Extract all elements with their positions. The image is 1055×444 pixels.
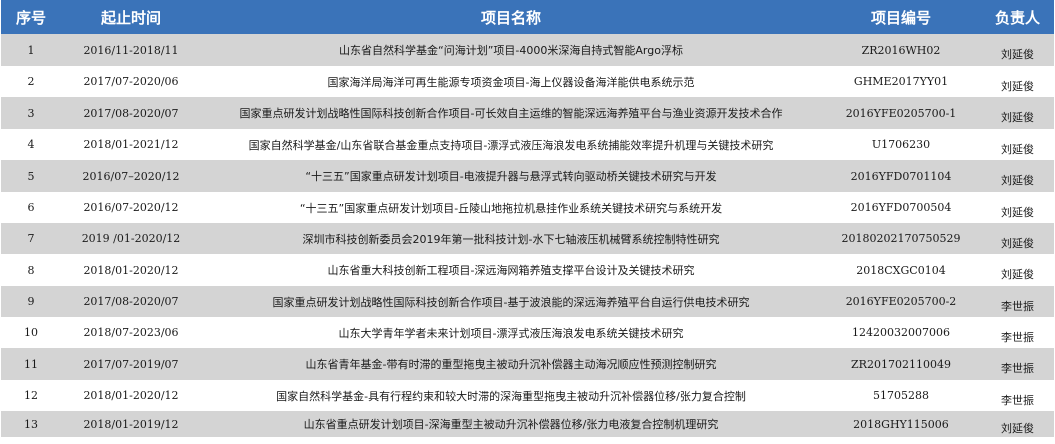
row-code: ZR201702110049 — [851, 357, 951, 371]
row-owner: 李世振 — [1001, 330, 1034, 344]
row-owner: 刘延俊 — [1001, 111, 1034, 124]
row-code: U1706230 — [871, 138, 931, 151]
header-index: 序号 — [15, 8, 46, 27]
row-code: 2016YFE0205700-2 — [845, 295, 957, 308]
row-name: 国家重点研发计划战略性国际科技创新合作项目-可长效自主运维的智能深远海养殖平台与… — [239, 107, 783, 120]
row-owner: 刘延俊 — [1001, 422, 1034, 435]
row-name: 国家自然科学基金/山东省联合基金重点支持项目-漂浮式液压海浪发电系统捕能效率提升… — [248, 138, 774, 152]
row-name: “十三五”国家重点研发计划项目-丘陵山地拖拉机悬挂作业系统关键技术研究与系统开发 — [299, 201, 723, 215]
table-row: 4 2018/01-2021/12 国家自然科学基金/山东省联合基金重点支持项目-漂… — [1, 129, 1054, 160]
row-code: 20180202170750529 — [841, 232, 961, 245]
row-name: 山东省青年基金-带有时滞的重型拖曳主被动升沉补偿器主动海况顺应性预测控制研究 — [305, 358, 717, 371]
row-name: 山东省重大科技创新工程项目-深远海网箱养殖支撑平台设计及关键技术研究 — [327, 264, 695, 277]
row-index: 10 — [24, 326, 38, 339]
row-period: 2017/08-2020/07 — [83, 295, 179, 308]
row-period: 2018/01-2021/12 — [83, 138, 179, 151]
row-name: 国家海洋局海洋可再生能源专项资金项目-海上仪器设备海洋能供电系统示范 — [327, 75, 695, 89]
row-owner: 刘延俊 — [1001, 142, 1034, 156]
table-header: 序号 起止时间 项目名称 项目编号 负责人 — [1, 0, 1054, 34]
row-index: 5 — [27, 169, 35, 183]
row-owner: 刘延俊 — [1001, 174, 1034, 187]
row-period: 2018/01-2020/12 — [83, 263, 179, 277]
row-code: GHME2017YY01 — [853, 75, 949, 88]
row-owner: 刘延俊 — [1001, 236, 1034, 250]
row-name: 国家自然科学基金-具有行程约束和较大时滞的深海重型拖曳主被动升沉补偿器位移/张力… — [276, 389, 746, 403]
row-code: ZR2016WH02 — [861, 43, 941, 57]
table-row: 6 2016/07-2020/12 “十三五”国家重点研发计划项目-丘陵山地拖拉机悬… — [1, 192, 1054, 223]
row-index: 1 — [27, 43, 35, 57]
table-row: 5 2016/07–2020/12 “十三五”国家重点研发计划项目-电液提升器与悬浮… — [1, 160, 1054, 192]
row-period: 2018/01-2019/12 — [83, 417, 179, 431]
row-index: 11 — [24, 357, 38, 371]
table-row: 2 2017/07-2020/06 国家海洋局海洋可再生能源专项资金项目-海上仪器设… — [1, 66, 1054, 97]
row-index: 9 — [27, 295, 35, 308]
row-index: 4 — [27, 138, 35, 151]
row-code: 12420032007006 — [852, 326, 950, 339]
table-row: 9 2017/08-2020/07 国家重点研发计划战略性国际科技创新合作项目-基于… — [1, 286, 1054, 317]
table-row: 12 2018/01-2020/12 国家自然科学基金-具有行程约束和较大时滞的深海… — [1, 380, 1054, 411]
row-period: 2018/07-2023/06 — [83, 326, 179, 339]
row-index: 6 — [27, 201, 35, 214]
table-row: 10 2018/07-2023/06 山东大学青年学者未来计划项目-漂浮式液压海浪发… — [1, 317, 1054, 348]
table-row: 11 2017/07-2019/07 山东省青年基金-带有时滞的重型拖曳主被动升沉补… — [1, 348, 1054, 380]
row-period: 2017/07-2019/07 — [83, 357, 179, 371]
table-row: 3 2017/08-2020/07 国家重点研发计划战略性国际科技创新合作项目-可长… — [1, 97, 1054, 129]
row-name: 山东省自然科学基金“问海计划”项目-4000米深海自持式智能Argo浮标 — [339, 44, 683, 57]
table-row: 7 2019 /01-2020/12 深圳市科技创新委员会2019年第一批科技计划-… — [1, 223, 1054, 254]
header-owner: 负责人 — [994, 8, 1040, 27]
table-row: 1 2016/11-2018/11 山东省自然科学基金“问海计划”项目-4000米深… — [1, 34, 1054, 66]
row-owner: 刘延俊 — [1001, 48, 1034, 61]
row-index: 13 — [24, 417, 38, 431]
row-name: “十三五”国家重点研发计划项目-电液提升器与悬浮式转向驱动桥关键技术研究与开发 — [305, 170, 717, 183]
row-period: 2016/07-2020/12 — [83, 201, 179, 214]
row-period: 2018/01-2020/12 — [83, 389, 179, 402]
header-name: 项目名称 — [480, 8, 541, 27]
row-owner: 刘延俊 — [1001, 79, 1034, 93]
row-name: 山东大学青年学者未来计划项目-漂浮式液压海浪发电系统关键技术研究 — [338, 326, 684, 340]
row-period: 2017/08-2020/07 — [83, 106, 179, 120]
table-body: 1 2016/11-2018/11 山东省自然科学基金“问海计划”项目-4000米深… — [1, 34, 1054, 437]
row-period: 2019 /01-2020/12 — [81, 232, 181, 245]
row-period: 2016/11-2018/11 — [83, 43, 179, 57]
row-name: 山东省重点研发计划项目-深海重型主被动升沉补偿器位移/张力电液复合控制机理研究 — [303, 418, 719, 431]
row-owner: 李世振 — [1001, 362, 1034, 375]
table-row: 13 2018/01-2019/12 山东省重点研发计划项目-深海重型主被动升沉补偿… — [1, 411, 1054, 437]
row-owner: 李世振 — [1001, 393, 1034, 407]
row-index: 8 — [27, 263, 35, 277]
row-code: 2018CXGC0104 — [856, 263, 946, 277]
row-period: 2016/07–2020/12 — [82, 169, 180, 183]
row-code: 2018GHY115006 — [853, 417, 949, 431]
header-period: 起止时间 — [100, 8, 161, 27]
row-index: 3 — [27, 106, 35, 120]
row-code: 51705288 — [873, 389, 929, 402]
row-period: 2017/07-2020/06 — [83, 75, 179, 88]
row-index: 7 — [27, 232, 35, 245]
row-name: 深圳市科技创新委员会2019年第一批科技计划-水下七轴液压机械臂系统控制特性研究 — [302, 232, 720, 246]
table-row: 8 2018/01-2020/12 山东省重大科技创新工程项目-深远海网箱养殖支撑平… — [1, 254, 1054, 286]
projects-table: 序号 起止时间 项目名称 项目编号 负责人 1 2016/11-2018/11 山东… — [1, 0, 1054, 437]
row-code: 2016YFE0205700-1 — [845, 106, 957, 120]
row-code: 2016YFD0701104 — [850, 169, 952, 183]
header-code: 项目编号 — [870, 8, 931, 27]
row-owner: 刘延俊 — [1001, 268, 1034, 281]
row-index: 12 — [24, 389, 38, 402]
row-owner: 刘延俊 — [1001, 205, 1034, 219]
row-code: 2016YFD0700504 — [850, 201, 952, 214]
row-index: 2 — [27, 75, 35, 88]
row-name: 国家重点研发计划战略性国际科技创新合作项目-基于波浪能的深远海养殖平台自运行供电… — [272, 295, 750, 309]
row-owner: 李世振 — [1001, 299, 1034, 313]
